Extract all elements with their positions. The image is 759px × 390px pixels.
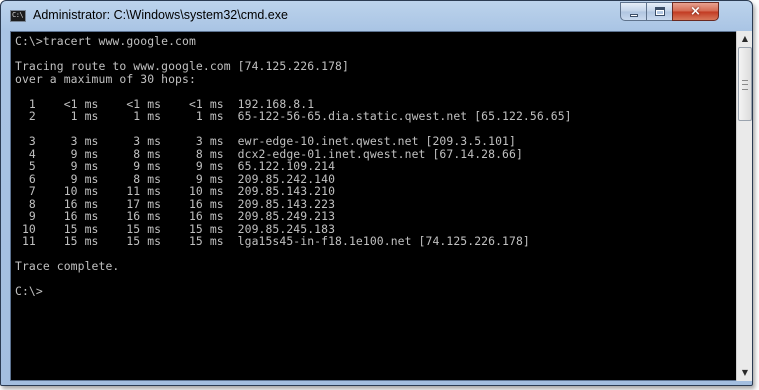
close-icon: × [690, 4, 701, 19]
minimize-button[interactable] [620, 2, 647, 21]
title-bar[interactable]: C:\ Administrator: C:\Windows\system32\c… [1, 1, 752, 31]
console-line: C:\>tracert www.google.com [15, 34, 196, 48]
console-line: over a maximum of 30 hops: [15, 71, 196, 86]
console-output[interactable]: C:\>tracert www.google.com Tracing route … [10, 31, 737, 381]
console-line: 9 16 ms 16 ms 16 ms 209.85.249.213 [15, 209, 336, 223]
vertical-scrollbar[interactable]: ▲ ▼ [736, 31, 752, 381]
close-button[interactable]: × [672, 2, 719, 21]
console-text: C:\>tracert www.google.com Tracing route … [15, 35, 572, 298]
console-line: 5 9 ms 9 ms 9 ms 65.122.109.214 [15, 159, 336, 173]
cmd-icon-text: C:\ [12, 11, 24, 19]
console-line: 11 15 ms 15 ms 15 ms lga15s45-in-f18.1e1… [15, 234, 530, 248]
maximize-button[interactable] [646, 2, 673, 21]
minimize-icon [630, 14, 638, 17]
scroll-thumb[interactable] [738, 47, 752, 121]
console-line: 7 10 ms 11 ms 10 ms 209.85.143.210 [15, 184, 336, 198]
maximize-icon [655, 7, 665, 16]
scroll-up-icon[interactable]: ▲ [737, 31, 752, 47]
console-line: 3 3 ms 3 ms 3 ms ewr-edge-10.inet.qwest.… [15, 134, 516, 148]
console-line: C:\> [15, 284, 43, 298]
console-line: Tracing route to www.google.com [74.125.… [15, 59, 349, 73]
scroll-down-icon[interactable]: ▼ [737, 365, 752, 381]
cmd-window: C:\ Administrator: C:\Windows\system32\c… [0, 0, 753, 386]
console-line: 2 1 ms 1 ms 1 ms 65-122-56-65.dia.static… [15, 109, 572, 123]
window-title: Administrator: C:\Windows\system32\cmd.e… [33, 8, 288, 22]
console-line: Trace complete. [15, 259, 120, 273]
grip-icon [742, 80, 748, 90]
cmd-icon[interactable]: C:\ [10, 10, 26, 22]
